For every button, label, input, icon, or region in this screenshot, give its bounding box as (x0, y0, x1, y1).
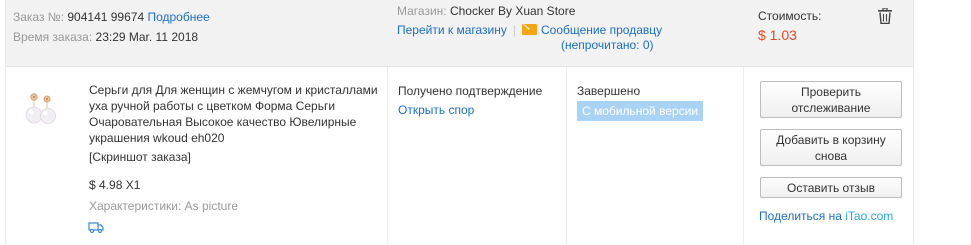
order-time-label: Время заказа: (13, 30, 93, 44)
leave-review-button[interactable]: Оставить отзыв (760, 177, 902, 198)
cost-label: Стоимость: (758, 9, 822, 23)
product-attributes: Характеристики: As picture (89, 199, 238, 213)
order-time-value: 23:29 Mar. 11 2018 (95, 30, 199, 44)
share-link[interactable]: Поделиться на iTao.com (759, 209, 893, 223)
goto-store-link[interactable]: Перейти к магазину (397, 23, 507, 37)
link-separator: | (512, 23, 516, 37)
store-links: Перейти к магазину | Сообщение продавцу (397, 23, 662, 37)
envelope-icon (522, 24, 537, 35)
column-divider (566, 67, 567, 245)
message-seller-link[interactable]: Сообщение продавцу (541, 23, 662, 37)
order-card: Заказ №: 904141 99674 Подробнее Время за… (5, 0, 914, 245)
confirmation-status: Получено подтверждение (398, 84, 543, 98)
order-time: Время заказа: 23:29 Mar. 11 2018 (13, 30, 198, 44)
message-unread-count[interactable]: (непрочитано: 0) (561, 38, 654, 52)
order-number-value: 904141 99674 (67, 10, 145, 24)
order-number: Заказ №: 904141 99674 Подробнее (13, 10, 210, 24)
product-image[interactable] (20, 85, 66, 131)
column-divider (743, 67, 744, 245)
store-name: Chocker By Xuan Store (449, 4, 576, 18)
store-info: Магазин: Chocker By Xuan Store (397, 4, 575, 18)
order-snapshot-link[interactable]: [Скриншот заказа] (89, 150, 191, 164)
truck-icon (88, 222, 104, 233)
order-state: Завершено (577, 84, 641, 98)
order-details-link[interactable]: Подробнее (147, 10, 209, 24)
mobile-version-badge: С мобильной версии (577, 101, 704, 121)
track-shipment-button[interactable]: Проверить отслеживание (760, 81, 902, 118)
open-dispute-link[interactable]: Открыть спор (398, 103, 474, 117)
store-label: Магазин: (397, 4, 447, 18)
cost-value: $ 1.03 (758, 27, 797, 43)
product-title[interactable]: Серьги для Для женщин с жемчугом и крист… (89, 82, 389, 146)
order-header: Заказ №: 904141 99674 Подробнее Время за… (6, 0, 913, 67)
add-to-cart-again-button[interactable]: Добавить в корзину снова (760, 129, 902, 166)
share-brand: iTao.com (845, 209, 894, 223)
order-number-label: Заказ №: (13, 10, 65, 24)
trash-icon[interactable] (878, 8, 892, 24)
product-price: $ 4.98 X1 (89, 178, 141, 192)
share-prefix: Поделиться на (759, 209, 846, 223)
